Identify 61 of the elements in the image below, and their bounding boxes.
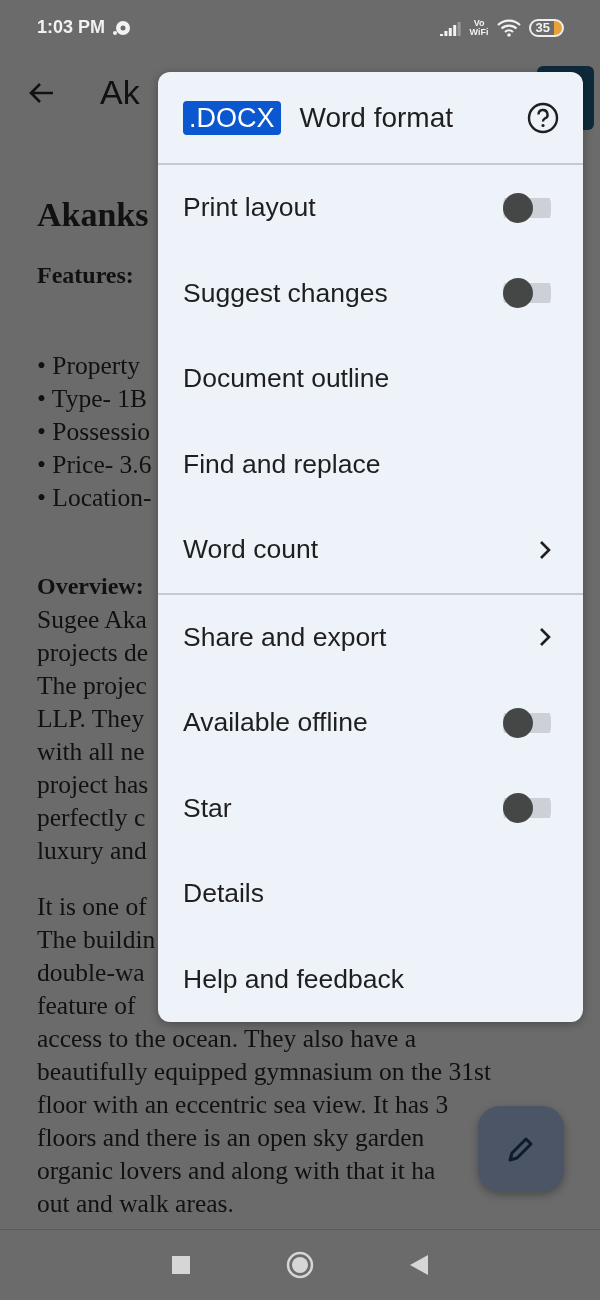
paragraph-line: It is one of (37, 891, 147, 923)
paragraph-line: The buildin (37, 924, 156, 956)
menu-item[interactable]: Share and export (158, 594, 583, 680)
paragraph-line: Sugee Aka (37, 604, 147, 636)
menu-item-label: Document outline (183, 363, 391, 395)
paragraph-line: perfectly c (37, 802, 146, 834)
menu-item[interactable]: Print layout (158, 165, 583, 251)
bullet-item: • Possessio (37, 416, 151, 448)
menu-item-label: Find and replace (183, 448, 382, 480)
menu-item-label: Help and feedback (183, 963, 405, 995)
help-icon[interactable] (527, 101, 559, 134)
wifi-icon (496, 18, 521, 37)
paragraph-line: access to the ocean. They also have a (37, 1023, 417, 1055)
menu-title: Word format (299, 101, 455, 134)
document-title: Ak (100, 73, 140, 112)
menu-item[interactable]: Find and replace (158, 421, 583, 507)
notification-icon (113, 19, 132, 36)
paragraph-line: feature of (37, 990, 136, 1022)
paragraph-line: project has (37, 769, 149, 801)
wifi-calling-label: Vo WiFi (469, 18, 489, 37)
back-arrow-icon[interactable] (28, 81, 54, 104)
signal-icon (439, 19, 462, 36)
menu-item-label: Suggest changes (183, 277, 389, 309)
paragraph-line: beautifully equipped gymnasium on the 31st (37, 1056, 491, 1088)
paragraph-line: projects de (37, 637, 149, 669)
menu-item[interactable]: Star (158, 765, 583, 851)
menu-item-label: Share and export (183, 621, 388, 653)
paragraph-line: with all ne (37, 736, 145, 768)
paragraph-line: organic lovers and along with that it ha (37, 1155, 436, 1187)
bullet-item: • Price- 3.6 (37, 449, 152, 481)
menu-item-label: Word count (183, 534, 320, 566)
paragraph-line: floor with an eccentric sea view. It has 3 (37, 1089, 449, 1121)
paragraph-line: floors and there is an open sky garden (37, 1122, 425, 1154)
menu-item[interactable]: Details (158, 851, 583, 937)
menu-item[interactable]: Available offline (158, 680, 583, 766)
section-heading: Overview: (37, 572, 144, 601)
menu-item[interactable]: Help and feedback (158, 936, 583, 1022)
status-time: 1:03 PM (37, 17, 106, 38)
battery-indicator: 35 (528, 18, 564, 37)
document-heading: Akanks (37, 195, 149, 235)
menu-item-label: Star (183, 792, 233, 824)
file-format-badge: .DOCX (183, 100, 281, 135)
home-icon[interactable] (286, 1251, 314, 1279)
paragraph-line: The projec (37, 670, 147, 702)
menu-item-label: Available offline (183, 707, 369, 739)
menu-item-label: Details (183, 878, 265, 910)
back-icon[interactable] (410, 1255, 428, 1275)
paragraph-line: out and walk areas. (37, 1188, 234, 1220)
chevron-right-icon (539, 627, 551, 648)
section-heading: Features: (37, 261, 134, 290)
chevron-right-icon (539, 539, 551, 560)
menu-item-label: Print layout (183, 192, 317, 224)
paragraph-line: LLP. They (37, 703, 145, 735)
bullet-item: • Location- (37, 482, 152, 514)
menu-item[interactable]: Document outline (158, 336, 583, 422)
menu-item[interactable]: Suggest changes (158, 250, 583, 336)
menu-item[interactable]: Word count (158, 507, 583, 593)
paragraph-line: double-wa (37, 957, 145, 989)
paragraph-line: luxury and (37, 835, 147, 867)
bullet-item: • Property (37, 350, 141, 382)
bullet-item: • Type- 1B (37, 383, 148, 415)
